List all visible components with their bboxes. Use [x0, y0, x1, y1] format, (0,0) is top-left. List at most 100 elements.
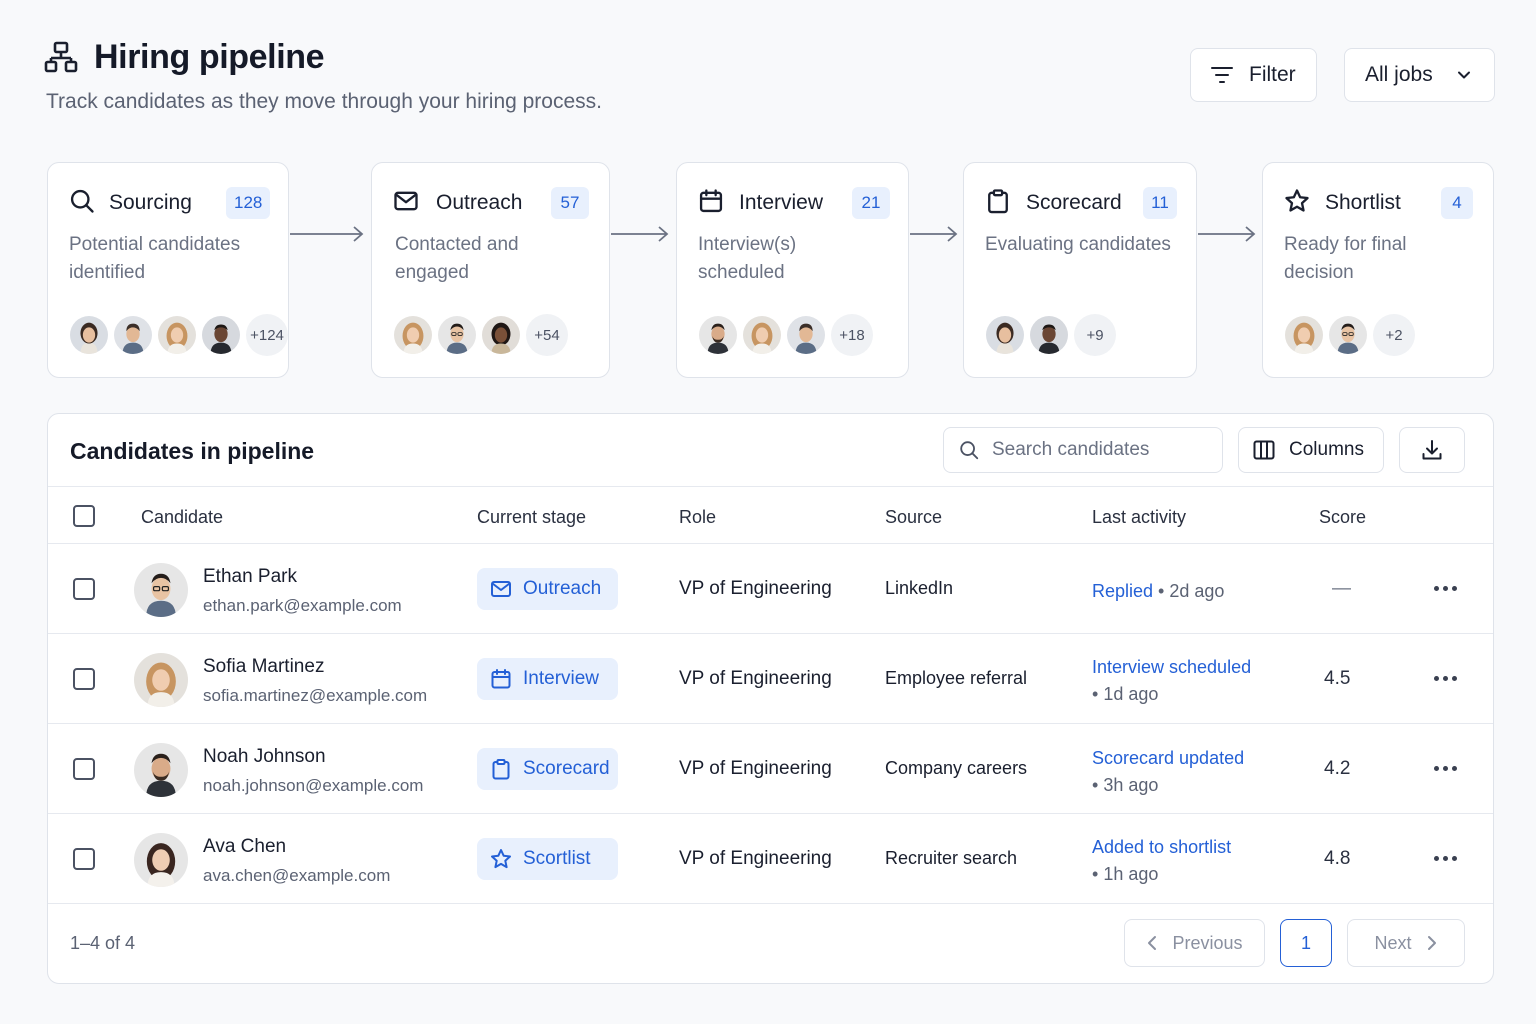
org-chart-icon — [44, 41, 78, 73]
last-activity: Added to shortlist • 1h ago — [1092, 834, 1231, 888]
select-all-checkbox[interactable] — [73, 505, 95, 527]
row-checkbox[interactable] — [73, 758, 95, 780]
stage-card-outreach[interactable]: Outreach 57 Contacted and engaged +54 — [371, 162, 610, 378]
more-actions-icon[interactable] — [1434, 766, 1457, 771]
avatar — [1283, 314, 1325, 356]
stage-badge-label: Outreach — [523, 578, 602, 599]
candidate-email: noah.johnson@example.com — [203, 776, 424, 795]
candidate-name[interactable]: Sofia Martinez — [203, 656, 324, 678]
activity-link[interactable]: Replied — [1092, 581, 1153, 601]
page-subtitle: Track candidates as they move through yo… — [46, 90, 602, 113]
search-icon — [958, 439, 980, 461]
role-cell: VP of Engineering — [679, 848, 832, 869]
search-input[interactable] — [992, 439, 1192, 461]
avatar — [200, 314, 242, 356]
activity-link[interactable]: Interview scheduled — [1092, 654, 1251, 681]
stage-badge: Interview — [477, 658, 618, 700]
stage-card-sourcing[interactable]: Sourcing 128 Potential candidates identi… — [47, 162, 289, 378]
stage-description: Ready for final decision — [1284, 234, 1407, 283]
candidate-email: sofia.martinez@example.com — [203, 686, 428, 705]
activity-time: 2d ago — [1169, 581, 1225, 601]
stage-name: Interview — [739, 191, 824, 214]
activity-separator: • — [1092, 864, 1104, 884]
stage-card-interview[interactable]: Interview 21 Interview(s) scheduled +18 — [676, 162, 909, 378]
previous-page-button[interactable]: Previous — [1124, 919, 1265, 967]
column-header-activity[interactable]: Last activity — [1092, 507, 1186, 528]
row-checkbox[interactable] — [73, 848, 95, 870]
row-checkbox[interactable] — [73, 578, 95, 600]
columns-button[interactable]: Columns — [1238, 427, 1384, 473]
avatar — [480, 314, 522, 356]
next-label: Next — [1374, 932, 1412, 953]
search-box[interactable] — [943, 427, 1223, 473]
table-row[interactable]: Sofia Martinez sofia.martinez@example.co… — [48, 634, 1493, 724]
more-actions-icon[interactable] — [1434, 586, 1457, 591]
jobs-select[interactable]: All jobs — [1344, 48, 1495, 102]
stage-count-badge: 128 — [226, 187, 271, 219]
clipboard-icon — [984, 187, 1012, 215]
stage-badge: Scortlist — [477, 838, 618, 880]
candidate-name[interactable]: Noah Johnson — [203, 746, 326, 768]
column-header-score[interactable]: Score — [1319, 507, 1366, 528]
download-icon — [1422, 440, 1442, 460]
candidate-email: ethan.park@example.com — [203, 596, 402, 615]
candidate-name[interactable]: Ethan Park — [203, 566, 297, 588]
avatar — [392, 314, 434, 356]
activity-separator: • — [1092, 775, 1104, 795]
avatar-group: +18 — [697, 314, 873, 356]
arrow-right-icon — [910, 226, 958, 242]
avatar — [112, 314, 154, 356]
calendar-icon — [697, 187, 725, 215]
chevron-down-icon — [1458, 71, 1470, 79]
previous-label: Previous — [1172, 932, 1243, 953]
column-header-stage[interactable]: Current stage — [477, 507, 586, 528]
stage-description: Evaluating candidates — [985, 234, 1171, 255]
stage-count-badge: 21 — [852, 187, 890, 219]
source-cell: Company careers — [885, 758, 1028, 778]
avatar — [134, 833, 188, 887]
column-header-source[interactable]: Source — [885, 507, 942, 528]
row-checkbox[interactable] — [73, 668, 95, 690]
more-actions-icon[interactable] — [1434, 856, 1457, 861]
table-title: Candidates in pipeline — [70, 438, 315, 464]
avatar — [68, 314, 110, 356]
filter-label: Filter — [1249, 63, 1296, 86]
stage-card-shortlist[interactable]: Shortlist 4 Ready for final decision +2 — [1262, 162, 1494, 378]
last-activity: Replied • 2d ago — [1092, 578, 1224, 605]
download-button[interactable] — [1399, 427, 1465, 473]
stage-badge: Outreach — [477, 568, 618, 610]
activity-time: 1h ago — [1103, 864, 1159, 884]
next-page-button[interactable]: Next — [1347, 919, 1465, 967]
filter-icon — [1211, 67, 1233, 83]
activity-link[interactable]: Added to shortlist — [1092, 834, 1231, 861]
page-number-button[interactable]: 1 — [1280, 919, 1332, 967]
activity-link[interactable]: Scorecard updated — [1092, 745, 1244, 772]
stage-count-badge: 4 — [1441, 187, 1473, 219]
score-cell: — — [1332, 578, 1351, 599]
more-actions-icon[interactable] — [1434, 676, 1457, 681]
table-row[interactable]: Ethan Park ethan.park@example.com Outrea… — [48, 544, 1493, 634]
table-row[interactable]: Noah Johnson noah.johnson@example.com Sc… — [48, 724, 1493, 814]
stage-name: Scorecard — [1026, 191, 1122, 214]
filter-button[interactable]: Filter — [1190, 48, 1317, 102]
column-header-candidate[interactable]: Candidate — [141, 507, 223, 528]
candidate-name[interactable]: Ava Chen — [203, 836, 286, 858]
avatar — [134, 653, 188, 707]
source-cell: Employee referral — [885, 668, 1028, 688]
stage-name: Sourcing — [109, 191, 192, 214]
role-cell: VP of Engineering — [679, 668, 832, 689]
stage-card-scorecard[interactable]: Scorecard 11 Evaluating candidates +9 — [963, 162, 1197, 378]
avatar — [134, 743, 188, 797]
stage-badge-label: Scortlist — [523, 848, 591, 869]
more-count-badge: +9 — [1074, 314, 1116, 356]
table-row[interactable]: Ava Chen ava.chen@example.com Scortlist … — [48, 814, 1493, 904]
avatar — [156, 314, 198, 356]
search-icon — [68, 187, 96, 215]
stage-name: Shortlist — [1325, 191, 1401, 214]
columns-icon — [1253, 440, 1275, 460]
stage-badge-label: Scorecard — [523, 758, 610, 779]
column-header-role[interactable]: Role — [679, 507, 716, 528]
activity-separator: • — [1092, 684, 1104, 704]
chevron-right-icon — [1427, 936, 1436, 950]
stage-count-badge: 11 — [1143, 187, 1177, 219]
